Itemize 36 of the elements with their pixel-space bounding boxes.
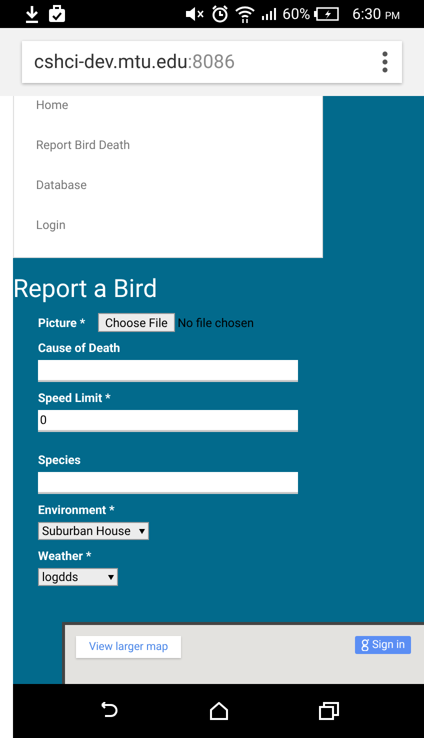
dropdown[interactable]: logdds <box>38 568 118 586</box>
battery-percent: 60% <box>282 4 310 25</box>
field-label: Species <box>38 452 82 468</box>
text-field[interactable]: 0 <box>38 410 298 432</box>
page-heading: Report a Bird <box>13 275 158 305</box>
caret-icon <box>138 528 145 534</box>
address-bar[interactable]: cshci-dev.mtu.edu:8086 <box>22 41 402 83</box>
field-label: Picture * <box>38 314 86 332</box>
field-label: Cause of Death <box>38 340 122 356</box>
field-label: Weather * <box>38 548 92 564</box>
alarm-icon <box>211 5 230 23</box>
sign-in-button[interactable]: Sign in <box>355 636 411 654</box>
dropdown[interactable]: Suburban House <box>38 522 149 540</box>
wifi-icon <box>235 5 256 23</box>
menu-item[interactable]: Home <box>36 96 322 135</box>
field-label: Speed Limit * <box>38 390 112 406</box>
file-status: No file chosen <box>178 314 254 332</box>
clipboard-check-icon <box>48 5 66 23</box>
logo-icon <box>361 639 370 651</box>
view-larger-map-button[interactable]: View larger map <box>76 636 182 658</box>
url-text: cshci-dev.mtu.edu:8086 <box>34 48 235 75</box>
caret-icon <box>108 574 114 580</box>
recent-apps-icon[interactable] <box>319 702 340 720</box>
clock: 6:30 PM <box>352 4 400 25</box>
home-icon[interactable] <box>209 702 230 720</box>
menu-item[interactable]: Login <box>36 215 322 255</box>
menu-item[interactable]: Report Bird Death <box>36 135 322 175</box>
download-icon <box>24 5 40 23</box>
battery-icon <box>314 7 340 21</box>
mute-icon <box>185 7 206 21</box>
text-field[interactable] <box>38 360 298 382</box>
choose-file-button[interactable]: Choose File <box>98 313 175 332</box>
more-menu-icon[interactable] <box>382 51 388 73</box>
field-label: Environment * <box>38 502 116 518</box>
text-field[interactable] <box>38 472 298 494</box>
menu-item[interactable]: Database <box>36 175 322 215</box>
